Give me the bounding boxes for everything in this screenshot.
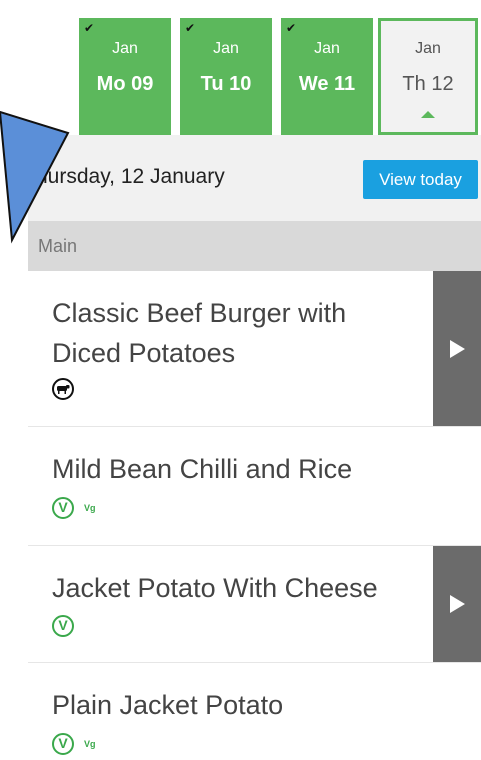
date-tab-day: Th 12 bbox=[402, 73, 454, 95]
date-tab-month: Jan bbox=[112, 40, 138, 57]
vegan-tag: Vg bbox=[84, 503, 96, 513]
date-tab-day: Mo 09 bbox=[96, 73, 154, 95]
date-tab-mo09[interactable]: ✔ Jan Mo 09 bbox=[79, 18, 171, 135]
meal-details-arrow-button[interactable] bbox=[433, 546, 481, 662]
date-tab-month: Jan bbox=[415, 40, 441, 57]
meal-item[interactable]: Plain Jacket Potato V Vg bbox=[28, 663, 481, 760]
vegetarian-icon: V bbox=[52, 733, 74, 755]
meal-details-arrow-button[interactable] bbox=[433, 271, 481, 426]
vegetarian-icon: V bbox=[52, 497, 74, 519]
date-tab-day: Tu 10 bbox=[200, 73, 252, 95]
date-tab-tu10[interactable]: ✔ Jan Tu 10 bbox=[180, 18, 272, 135]
meal-item[interactable]: Jacket Potato With Cheese V bbox=[28, 546, 481, 663]
check-icon: ✔ bbox=[84, 21, 95, 35]
meal-name: Classic Beef Burger with Diced Potatoes bbox=[52, 298, 347, 368]
date-tab-day: We 11 bbox=[298, 73, 356, 95]
app-root: ✔ Jan Mo 09 ✔ Jan Tu 10 ✔ Jan We 11 Jan … bbox=[0, 0, 481, 760]
meal-item[interactable]: Mild Bean Chilli and Rice V Vg bbox=[28, 427, 481, 546]
vegetarian-icon: V bbox=[52, 615, 74, 637]
meal-icons bbox=[52, 378, 74, 400]
meal-name: Jacket Potato With Cheese bbox=[52, 573, 378, 603]
check-icon: ✔ bbox=[286, 21, 297, 35]
meal-name: Plain Jacket Potato bbox=[52, 690, 284, 720]
date-tab-month: Jan bbox=[213, 40, 239, 57]
check-icon: ✔ bbox=[185, 21, 196, 35]
meal-item[interactable]: Classic Beef Burger with Diced Potatoes bbox=[28, 271, 481, 427]
meal-icons: V Vg bbox=[52, 733, 96, 755]
meal-icons: V bbox=[52, 615, 74, 637]
play-arrow-icon bbox=[450, 595, 465, 613]
date-tab-month: Jan bbox=[314, 40, 340, 57]
pointer-triangle-overlay bbox=[0, 110, 70, 244]
cow-icon bbox=[52, 378, 74, 400]
vegan-tag: Vg bbox=[84, 739, 96, 749]
caret-up-icon bbox=[421, 111, 435, 118]
meal-icons: V Vg bbox=[52, 497, 96, 519]
date-tab-we11[interactable]: ✔ Jan We 11 bbox=[281, 18, 373, 135]
meal-name: Mild Bean Chilli and Rice bbox=[52, 454, 353, 484]
view-today-button[interactable]: View today bbox=[363, 160, 478, 199]
play-arrow-icon bbox=[450, 339, 465, 358]
date-tab-th12-selected[interactable]: Jan Th 12 bbox=[378, 18, 478, 135]
section-header-main: Main bbox=[28, 221, 481, 271]
